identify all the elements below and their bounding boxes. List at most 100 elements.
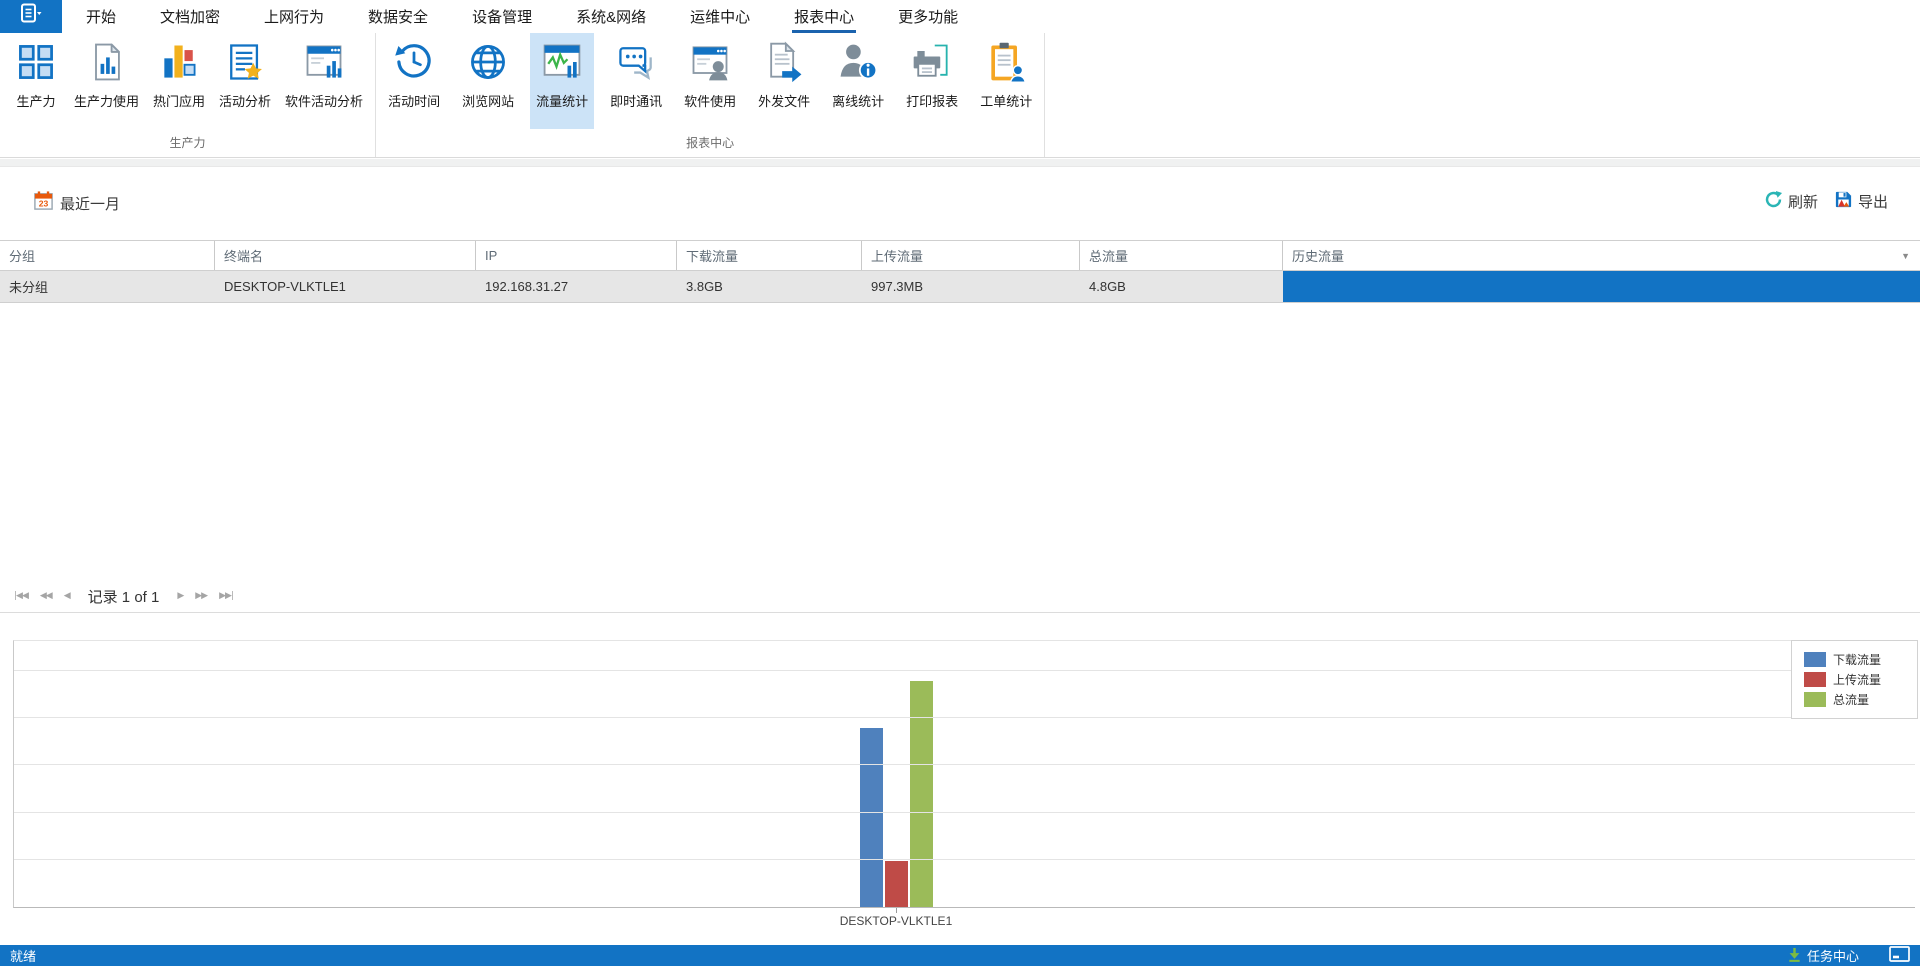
status-bar: 就绪 任务中心 — [0, 945, 1920, 966]
globe-icon — [465, 39, 511, 85]
prev-page-button[interactable]: ◀ — [58, 587, 76, 605]
last-page-button[interactable]: ▶▶| — [213, 587, 239, 605]
table-row[interactable]: 未分组 DESKTOP-VLKTLE1 192.168.31.27 3.8GB 997.… — [0, 271, 1920, 303]
ribbon-button-grid[interactable]: 生产力 — [6, 33, 66, 129]
column-header-3[interactable]: IP — [476, 241, 677, 270]
ribbon-button-label: 流量统计 — [536, 94, 589, 109]
menu-tab-3[interactable]: 上网行为 — [264, 0, 324, 33]
chart-gridline — [14, 811, 1915, 813]
task-center-label: 任务中心 — [1806, 949, 1859, 964]
column-header-label: 分组 — [9, 249, 36, 264]
legend-item: 下载流量 — [1804, 651, 1917, 668]
ribbon-button-label: 活动时间 — [388, 94, 441, 109]
ribbon-button-globe[interactable]: 浏览网站 — [456, 33, 520, 129]
menu-tab-4[interactable]: 数据安全 — [368, 0, 428, 33]
column-header-7[interactable]: 历史流量 ▼ — [1283, 241, 1920, 270]
ribbon-button-clock-history[interactable]: 活动时间 — [382, 33, 446, 129]
status-bar-right: 任务中心 — [1787, 945, 1910, 966]
ribbon-button-label: 工单统计 — [980, 94, 1033, 109]
table-body: 未分组 DESKTOP-VLKTLE1 192.168.31.27 3.8GB 997.… — [0, 271, 1920, 303]
chart-gridline — [14, 858, 1915, 860]
task-window-button[interactable] — [1889, 945, 1910, 966]
download-arrow-icon — [1787, 947, 1802, 965]
ribbon-button-user-info[interactable]: 离线统计 — [826, 33, 890, 129]
next-page-button[interactable]: ▶ — [171, 587, 189, 605]
column-header-5[interactable]: 上传流量 — [862, 241, 1080, 270]
ribbon-button-doc-chart[interactable]: 生产力使用 — [68, 33, 145, 129]
ribbon-button-label: 离线统计 — [832, 94, 885, 109]
first-page-button[interactable]: |◀◀ — [8, 587, 34, 605]
ribbon-group-label: 生产力 — [169, 136, 206, 150]
column-header-1[interactable]: 分组 — [0, 241, 215, 270]
menu-bar: 开始 文档加密 上网行为 数据安全 设备管理 系统&网络 运维中心 报表中心 更多功能 — [0, 0, 1920, 33]
column-options-dropdown-icon[interactable]: ▼ — [1901, 251, 1910, 261]
menu-tab-8[interactable]: 报表中心 — [792, 0, 857, 33]
column-header-2[interactable]: 终端名 — [215, 241, 476, 270]
ribbon-button-printer[interactable]: 打印报表 — [900, 33, 964, 129]
ribbon: 生产力 生产力使用 热门应用 活动分析 软件活动分析 生产力 活动时间 浏览网站 流量统计 即时通… — [0, 33, 1920, 158]
ribbon-button-label: 热门应用 — [153, 94, 206, 109]
chart-bar-上传流量 — [885, 861, 908, 907]
column-header-4[interactable]: 下载流量 — [677, 241, 862, 270]
table-cell: 4.8GB — [1089, 279, 1126, 294]
ribbon-button-doc-star[interactable]: 活动分析 — [213, 33, 277, 129]
menu-tab-5[interactable]: 设备管理 — [472, 0, 532, 33]
task-center-button[interactable]: 任务中心 — [1787, 946, 1859, 965]
ribbon-button-label: 生产力使用 — [74, 94, 140, 109]
ribbon-button-label: 即时通讯 — [610, 94, 663, 109]
legend-label: 总流量 — [1833, 693, 1870, 707]
user-info-icon — [835, 39, 881, 85]
menu-tab-2[interactable]: 文档加密 — [160, 0, 220, 33]
ribbon-button-label: 外发文件 — [758, 94, 811, 109]
ribbon-button-chat[interactable]: 即时通讯 — [604, 33, 668, 129]
menu-tab-1[interactable]: 开始 — [86, 0, 116, 33]
doc-arrow-icon — [761, 39, 807, 85]
ribbon-button-color-bars[interactable]: 热门应用 — [147, 33, 211, 129]
refresh-button[interactable]: 刷新 — [1764, 190, 1818, 213]
fast-next-page-button[interactable]: ▶▶ — [189, 587, 213, 605]
menu-tab-6[interactable]: 系统&网络 — [576, 0, 646, 33]
chart-plot-area — [13, 640, 1915, 908]
ribbon-button-label: 软件活动分析 — [285, 94, 364, 109]
clock-history-icon — [391, 39, 437, 85]
status-text: 就绪 — [10, 949, 37, 964]
table-cell: 未分组 — [9, 280, 49, 295]
menu-tab-9[interactable]: 更多功能 — [898, 0, 958, 33]
ribbon-button-doc-arrow[interactable]: 外发文件 — [752, 33, 816, 129]
column-header-label: 终端名 — [224, 249, 264, 264]
ribbon-button-window-wave[interactable]: 流量统计 — [530, 33, 595, 129]
legend-label: 下载流量 — [1833, 653, 1882, 667]
table-cell: 192.168.31.27 — [485, 279, 569, 294]
app-menu-button[interactable] — [0, 0, 62, 33]
ribbon-group-1: 生产力 生产力使用 热门应用 活动分析 软件活动分析 生产力 — [0, 33, 377, 157]
report-toolbar: 23 最近一月 刷新 导出 — [0, 168, 1920, 240]
fast-prev-page-button[interactable]: ◀◀ — [34, 587, 58, 605]
doc-star-icon — [222, 39, 268, 85]
ribbon-button-window-user[interactable]: 软件使用 — [678, 33, 742, 129]
clipboard-user-icon — [983, 39, 1029, 85]
window-wave-icon — [539, 39, 585, 85]
chart-legend: 下载流量 上传流量 总流量 — [1791, 640, 1918, 719]
column-header-label: 上传流量 — [871, 249, 924, 264]
column-header-label: 总流量 — [1089, 249, 1129, 264]
menu-tab-7[interactable]: 运维中心 — [690, 0, 750, 33]
export-label: 导出 — [1857, 194, 1888, 211]
refresh-icon — [1764, 190, 1783, 213]
column-header-6[interactable]: 总流量 — [1080, 241, 1283, 270]
refresh-label: 刷新 — [1787, 194, 1818, 211]
export-button[interactable]: 导出 — [1834, 190, 1888, 213]
date-range-filter[interactable]: 23 最近一月 — [33, 190, 120, 216]
ribbon-button-label: 浏览网站 — [462, 94, 515, 109]
column-header-label: 下载流量 — [686, 249, 739, 264]
ribbon-button-clipboard-user[interactable]: 工单统计 — [974, 33, 1038, 129]
column-header-label: 历史流量 — [1292, 249, 1345, 264]
table-cell: DESKTOP-VLKTLE1 — [224, 279, 346, 294]
calendar-icon: 23 — [33, 190, 54, 216]
window-chart-icon — [301, 39, 347, 85]
history-traffic-bar — [1283, 271, 1920, 302]
ribbon-group-label: 报表中心 — [686, 136, 735, 150]
chart-bar-下载流量 — [860, 728, 883, 907]
ribbon-button-window-chart[interactable]: 软件活动分析 — [279, 33, 369, 129]
ribbon-button-label: 活动分析 — [219, 94, 272, 109]
legend-swatch — [1804, 692, 1826, 707]
